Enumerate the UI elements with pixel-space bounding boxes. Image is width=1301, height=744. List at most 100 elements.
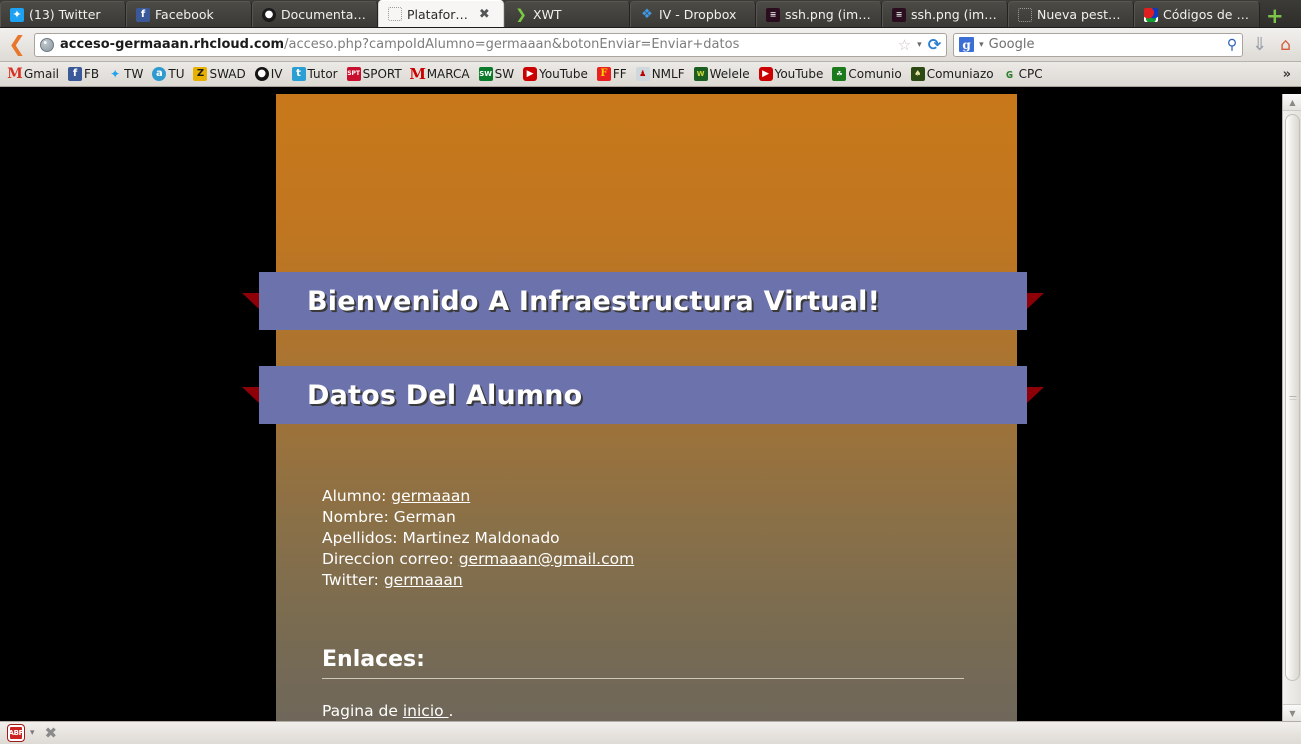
browser-tab[interactable]: ❖ IV - Dropbox xyxy=(630,1,756,27)
bookmark-item[interactable]: ● IV xyxy=(251,66,287,82)
bookmark-item[interactable]: SW SW xyxy=(475,66,518,82)
nmlf-icon: ♟ xyxy=(635,67,650,81)
url-path: /acceso.php?campoIdAlumno=germaaan&boton… xyxy=(284,37,740,52)
field-apellidos: Apellidos: Martinez Maldonado xyxy=(322,528,634,549)
close-icon[interactable]: ✖ xyxy=(479,8,490,21)
bookmark-item[interactable]: SPT SPORT xyxy=(343,66,406,82)
page-content: Bienvenido A Infraestructura Virtual! Da… xyxy=(242,94,1044,721)
scroll-down-icon[interactable]: ▼ xyxy=(1283,704,1301,721)
sw-icon: SW xyxy=(478,67,493,81)
scrollbar-thumb[interactable] xyxy=(1285,114,1300,681)
field-alumno-link[interactable]: germaaan xyxy=(391,487,470,505)
bookmark-label: IV xyxy=(270,67,283,81)
welcome-banner-text: Bienvenido A Infraestructura Virtual! xyxy=(307,285,881,317)
search-icon[interactable]: ⚲ xyxy=(1227,37,1237,53)
tab-strip: ✦ (13) Twitter f Facebook ● Documenta… P… xyxy=(0,0,1301,28)
field-alumno: Alumno: germaaan xyxy=(322,486,634,507)
bookmark-label: Tutor xyxy=(307,67,338,81)
scroll-up-icon[interactable]: ▲ xyxy=(1283,94,1301,111)
tab-label: (13) Twitter xyxy=(29,7,101,22)
browser-tab[interactable]: Nueva pest… xyxy=(1008,1,1134,27)
chevron-down-icon[interactable]: ▾ xyxy=(30,728,35,738)
bookmark-label: CPC xyxy=(1018,67,1043,81)
bookmark-label: NMLF xyxy=(651,67,685,81)
field-nombre-label: Nombre: xyxy=(322,508,394,526)
bookmark-item[interactable]: a TU xyxy=(148,66,188,82)
browser-tab[interactable]: Códigos de … xyxy=(1134,1,1260,27)
browser-tab[interactable]: f Facebook xyxy=(126,1,252,27)
google-icon: g xyxy=(959,37,975,52)
link-line: Pagina de inicio . xyxy=(322,702,453,720)
ribbon-tail-left xyxy=(242,387,259,403)
browser-tab[interactable]: ✦ (13) Twitter xyxy=(0,1,126,27)
chevron-down-icon[interactable]: ▾ xyxy=(917,40,922,50)
facebook-icon: f xyxy=(68,67,83,81)
close-icon[interactable]: ✖ xyxy=(45,724,58,742)
bookmark-item[interactable]: ☘ Comunio xyxy=(828,66,905,82)
bookmark-item[interactable]: ▶ YouTube xyxy=(755,66,828,82)
twitter-icon: ✦ xyxy=(10,7,24,22)
reload-icon[interactable]: ⟳ xyxy=(928,35,941,54)
twitter-icon: ✦ xyxy=(110,67,121,81)
bookmark-item[interactable]: ɢ CPC xyxy=(999,66,1047,82)
bookmark-item[interactable]: ♟ NMLF xyxy=(632,66,689,82)
browser-tab[interactable]: ● Documenta… xyxy=(252,1,378,27)
field-apellidos-label: Apellidos: xyxy=(322,529,403,547)
url-bar[interactable]: acceso-germaaan.rhcloud.com/acceso.php?c… xyxy=(34,32,948,57)
field-twitter-link[interactable]: germaaan xyxy=(384,571,463,589)
bookmark-label: SW xyxy=(494,67,515,81)
student-data-block: Alumno: germaaan Nombre: German Apellido… xyxy=(322,486,634,591)
vertical-scrollbar[interactable]: ▲ ▼ xyxy=(1282,94,1301,721)
search-bar[interactable]: g ▾ Google ⚲ xyxy=(953,32,1244,57)
tab-label: Platafor… xyxy=(407,6,468,22)
bookmark-item[interactable]: t Tutor xyxy=(288,66,342,82)
browser-tab[interactable]: ≡ ssh.png (im… xyxy=(756,1,882,27)
bookmark-label: YouTube xyxy=(774,67,824,81)
tab-label: IV - Dropbox xyxy=(659,7,737,22)
bookmark-label: MARCA xyxy=(426,67,470,81)
bookmark-item[interactable]: ♠ Comuniazo xyxy=(907,66,998,82)
field-twitter-label: Twitter: xyxy=(322,571,384,589)
field-correo-link[interactable]: germaaan@gmail.com xyxy=(459,550,634,568)
cpc-icon: ɢ xyxy=(1005,67,1014,81)
colors-icon xyxy=(1144,7,1158,22)
bookmark-item[interactable]: f FB xyxy=(64,66,103,82)
bookmarks-overflow-icon[interactable]: » xyxy=(1283,67,1297,82)
field-apellidos-value: Martinez Maldonado xyxy=(402,529,560,547)
globe-icon xyxy=(40,37,54,52)
bookmark-item[interactable]: ▶ YouTube xyxy=(519,66,592,82)
bookmark-item[interactable]: ✦ TW xyxy=(104,66,147,82)
enlaces-heading: Enlaces: xyxy=(322,647,964,679)
blank-page-icon xyxy=(1018,7,1032,22)
bookmark-item[interactable]: F FF xyxy=(593,66,631,82)
bookmark-item[interactable]: M Gmail xyxy=(4,66,63,82)
browser-tab-active[interactable]: Platafor… ✖ xyxy=(378,0,504,27)
bookmark-label: TW xyxy=(124,67,144,81)
field-nombre-value: German xyxy=(393,508,456,526)
search-input[interactable]: Google xyxy=(989,37,1222,52)
field-twitter: Twitter: germaaan xyxy=(322,570,634,591)
welcome-banner: Bienvenido A Infraestructura Virtual! xyxy=(242,272,1044,330)
home-icon[interactable]: ⌂ xyxy=(1276,35,1295,55)
browser-tab[interactable]: ❯ XWT xyxy=(504,1,630,27)
downloads-icon[interactable]: ⇓ xyxy=(1249,34,1270,55)
bookmark-star-icon[interactable]: ☆ xyxy=(898,36,911,54)
image-file-icon: ≡ xyxy=(766,7,780,22)
bookmark-label: Comuniazo xyxy=(926,67,994,81)
dropbox-icon: ❖ xyxy=(641,7,653,22)
browser-tab[interactable]: ≡ ssh.png (im… xyxy=(882,1,1008,27)
github-icon: ● xyxy=(262,7,276,22)
sport-icon: SPT xyxy=(346,67,361,81)
inicio-link[interactable]: inicio xyxy=(403,702,449,720)
bookmark-item[interactable]: Z SWAD xyxy=(189,66,249,82)
tab-label: ssh.png (im… xyxy=(785,7,871,22)
bookmark-item[interactable]: M MARCA xyxy=(407,66,474,82)
chevron-down-icon[interactable]: ▾ xyxy=(979,40,984,50)
bookmark-label: FF xyxy=(612,67,627,81)
bookmark-label: SWAD xyxy=(209,67,246,81)
adblock-plus-icon[interactable]: ABP xyxy=(8,725,24,741)
back-button-icon[interactable]: ❮ xyxy=(6,32,28,58)
new-tab-button[interactable]: + xyxy=(1260,5,1291,27)
ribbon-tail-right xyxy=(1027,387,1044,403)
bookmark-item[interactable]: W Welele xyxy=(690,66,754,82)
